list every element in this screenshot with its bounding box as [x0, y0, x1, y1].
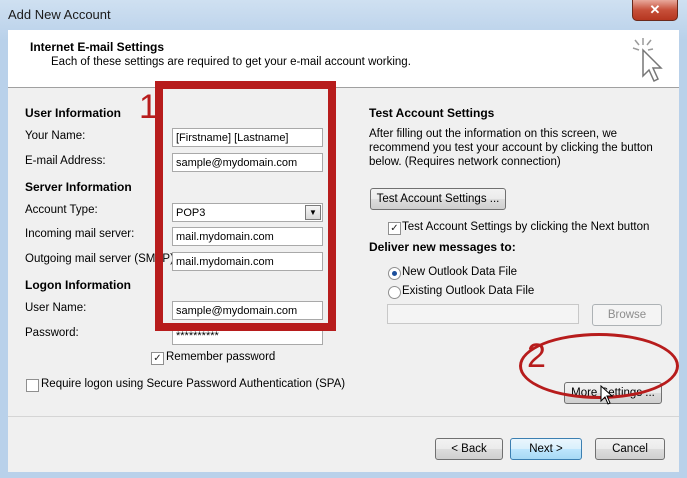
incoming-server-label: Incoming mail server: [25, 228, 135, 240]
radio-selected-dot [392, 271, 397, 276]
server-info-heading: Server Information [25, 180, 132, 194]
header-subtitle: Each of these settings are required to g… [51, 56, 411, 68]
deliver-heading: Deliver new messages to: [369, 240, 516, 254]
new-data-file-radio[interactable] [388, 267, 401, 280]
close-button[interactable]: ✕ [632, 0, 678, 21]
test-account-settings-button[interactable]: Test Account Settings ... [370, 188, 506, 210]
password-label: Password: [25, 327, 79, 339]
annotation-number-1: 1 [139, 88, 158, 126]
your-name-label: Your Name: [25, 130, 86, 142]
remember-password-label: Remember password [166, 351, 276, 363]
footer-divider [8, 416, 679, 417]
spa-label: Require logon using Secure Password Auth… [41, 378, 346, 390]
back-button[interactable]: < Back [435, 438, 503, 460]
close-icon: ✕ [649, 2, 661, 17]
email-address-label: E-mail Address: [25, 155, 106, 167]
mouse-pointer-icon [600, 385, 614, 405]
title-bar: Add New Account ✕ [0, 0, 687, 30]
existing-data-file-label: Existing Outlook Data File [402, 285, 535, 297]
header-panel: Internet E-mail Settings Each of these s… [8, 30, 679, 88]
cancel-button[interactable]: Cancel [595, 438, 665, 460]
user-info-heading: User Information [25, 106, 122, 120]
annotation-highlight-box [155, 81, 336, 331]
next-button[interactable]: Next > [510, 438, 582, 460]
header-title: Internet E-mail Settings [30, 40, 165, 54]
spa-checkbox[interactable] [26, 379, 39, 392]
test-settings-heading: Test Account Settings [369, 106, 495, 120]
test-description-line-2: recommend you test your account by click… [369, 142, 653, 154]
remember-password-checkbox[interactable]: ✓ [151, 352, 164, 365]
logon-info-heading: Logon Information [25, 278, 131, 292]
account-type-label: Account Type: [25, 204, 98, 216]
window-title: Add New Account [8, 7, 111, 22]
cursor-sparkle-icon [632, 38, 663, 83]
user-name-label: User Name: [25, 302, 87, 314]
new-data-file-label: New Outlook Data File [402, 266, 518, 278]
test-description-line-1: After filling out the information on thi… [369, 128, 618, 140]
existing-data-file-radio[interactable] [388, 286, 401, 299]
annotation-highlight-ellipse [519, 333, 679, 399]
add-account-window: Add New Account ✕ Internet E-mail Settin… [0, 0, 687, 478]
auto-test-label: Test Account Settings by clicking the Ne… [402, 221, 650, 233]
dialog-client: Internet E-mail Settings Each of these s… [8, 30, 679, 472]
test-description-line-3: below. (Requires network connection) [369, 156, 561, 168]
data-file-path-input[interactable] [387, 304, 579, 324]
auto-test-checkbox[interactable]: ✓ [388, 222, 401, 235]
browse-button[interactable]: Browse [592, 304, 662, 326]
